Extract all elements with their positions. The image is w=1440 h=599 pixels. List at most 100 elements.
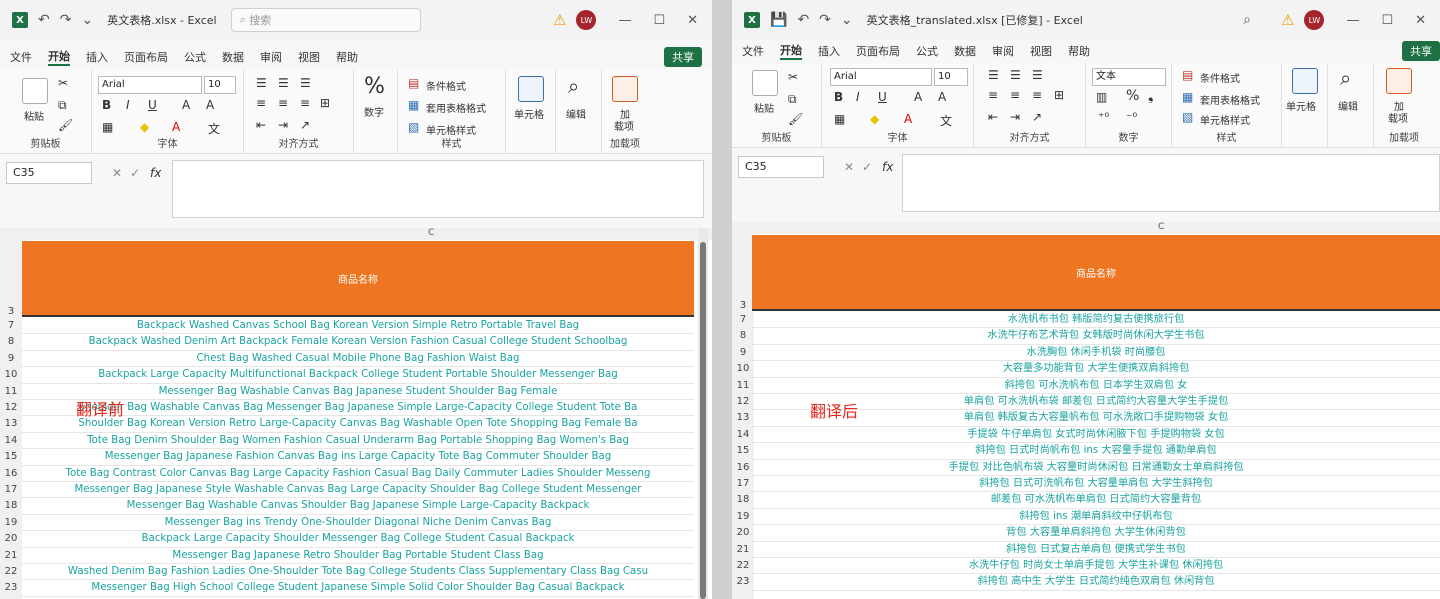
cells-icon[interactable] [1292, 68, 1318, 94]
table-row[interactable]: Tote Bag Contrast Color Canvas Bag Large… [22, 466, 694, 482]
row-number[interactable]: 20 [732, 527, 754, 538]
cells-icon[interactable] [518, 76, 544, 102]
underline-icon[interactable]: U [878, 90, 887, 104]
align-center-icon[interactable]: ≡ [1010, 88, 1020, 102]
close-icon[interactable]: ✕ [687, 13, 698, 28]
tab-page-layout[interactable]: 页面布局 [856, 43, 900, 59]
table-format-button[interactable]: 套用表格格式 [1200, 92, 1260, 107]
row-number[interactable]: 17 [732, 478, 754, 489]
undo-icon[interactable]: ↶ [797, 12, 809, 28]
table-row[interactable]: Backpack Washed Denim Art Backpack Femal… [22, 334, 694, 351]
row-number[interactable]: 3 [732, 300, 754, 311]
row-number[interactable]: 19 [0, 517, 22, 528]
formula-input[interactable] [902, 154, 1440, 212]
increase-decimal-icon[interactable]: ⁺⁰ [1098, 110, 1109, 124]
header-cell[interactable]: 商品名称 [22, 241, 694, 317]
font-color-icon[interactable]: A [172, 120, 180, 134]
tab-home[interactable]: 开始 [780, 42, 802, 60]
align-bottom-icon[interactable]: ☰ [300, 76, 311, 90]
fx-icon[interactable]: fx [882, 160, 893, 174]
table-row[interactable]: 水洗帆布书包 韩版简约复古便携旅行包 [752, 312, 1440, 329]
table-row[interactable]: Chest Bag Washed Casual Mobile Phone Bag… [22, 351, 694, 368]
row-number[interactable]: 18 [0, 500, 22, 511]
table-row[interactable]: 斜挎包 高中生 大学生 日式简约纯色双肩包 休闲背包 [752, 574, 1440, 591]
table-row[interactable]: Messenger Bag Japanese Style Washable Ca… [22, 482, 694, 499]
underline-icon[interactable]: U [148, 98, 157, 112]
tab-data[interactable]: 数据 [954, 43, 976, 59]
row-number[interactable]: 13 [732, 412, 754, 423]
row-number[interactable]: 19 [732, 511, 754, 522]
indent-icon[interactable]: ⇤ [988, 110, 998, 124]
row-number[interactable]: 7 [0, 320, 22, 331]
row-number[interactable]: 12 [0, 402, 22, 413]
row-number[interactable]: 17 [0, 484, 22, 495]
row-number[interactable]: 11 [0, 386, 22, 397]
table-row[interactable]: 斜挎包 日式时尚帆布包 ins 大容量手提包 通勤单肩包 [752, 443, 1440, 460]
tab-home[interactable]: 开始 [48, 48, 70, 66]
italic-icon[interactable]: I [126, 98, 130, 112]
avatar[interactable]: LW [576, 10, 597, 30]
align-right-icon[interactable]: ≡ [300, 96, 310, 110]
row-number[interactable]: 9 [0, 353, 22, 364]
row-number[interactable]: 8 [732, 330, 754, 341]
maximize-icon[interactable]: ☐ [1381, 13, 1393, 28]
table-row[interactable]: 背包 大容量单肩斜挎包 大学生休闲背包 [752, 525, 1440, 542]
font-color-icon[interactable]: A [904, 112, 912, 126]
table-row[interactable]: 斜挎包 可水洗帆布包 日本学生双肩包 女 [752, 378, 1440, 394]
row-number[interactable]: 9 [732, 347, 754, 358]
tab-insert[interactable]: 插入 [818, 43, 840, 59]
tab-data[interactable]: 数据 [222, 49, 244, 65]
font-name-box[interactable]: Arial [98, 76, 202, 94]
warning-icon[interactable]: ⚠ [553, 11, 566, 29]
table-row[interactable]: Tote Bag Denim Shoulder Bag Women Fashio… [22, 433, 694, 450]
cond-format-button[interactable]: 条件格式 [426, 78, 466, 93]
merge-icon[interactable]: ⊞ [1054, 88, 1064, 102]
minimize-icon[interactable]: — [1346, 13, 1359, 28]
tab-help[interactable]: 帮助 [1068, 43, 1090, 59]
tab-help[interactable]: 帮助 [336, 49, 358, 65]
percent-icon[interactable]: % [1126, 88, 1139, 104]
column-header-c[interactable]: C [1158, 222, 1164, 232]
table-row[interactable]: 斜挎包 日式可洗帆布包 大容量单肩包 大学生斜挎包 [752, 476, 1440, 493]
row-number[interactable]: 14 [0, 435, 22, 446]
font-name-box[interactable]: Arial [830, 68, 932, 86]
increase-font-icon[interactable]: A [914, 90, 922, 104]
copy-icon[interactable]: ⧉ [788, 92, 797, 107]
paste-icon[interactable] [752, 70, 778, 96]
table-row[interactable]: Backpack Large Capacity Multifunctional … [22, 367, 694, 384]
find-icon[interactable]: ⌕ [1340, 66, 1351, 90]
search-icon[interactable]: ⌕ [1243, 12, 1251, 28]
row-number[interactable]: 18 [732, 494, 754, 505]
align-center-icon[interactable]: ≡ [278, 96, 288, 110]
align-middle-icon[interactable]: ☰ [1010, 68, 1021, 82]
tab-file[interactable]: 文件 [742, 43, 764, 59]
format-painter-icon[interactable]: 🖌 [58, 118, 73, 132]
table-row[interactable]: 手提袋 牛仔单肩包 女式时尚休闲腋下包 手提购物袋 女包 [752, 427, 1440, 444]
table-row[interactable]: Messenger Bag ins Trendy One-Shoulder Di… [22, 515, 694, 532]
scroll-thumb[interactable] [700, 242, 706, 599]
cond-format-button[interactable]: 条件格式 [1200, 70, 1240, 85]
column-header-c[interactable]: C [428, 228, 434, 238]
row-number[interactable]: 21 [732, 544, 754, 555]
confirm-icon[interactable]: ✓ [862, 160, 872, 174]
minimize-icon[interactable]: — [618, 13, 631, 28]
table-format-button[interactable]: 套用表格格式 [426, 100, 486, 115]
cancel-icon[interactable]: ✕ [112, 166, 122, 180]
align-bottom-icon[interactable]: ☰ [1032, 68, 1043, 82]
align-left-icon[interactable]: ≡ [988, 88, 998, 102]
tab-view[interactable]: 视图 [1030, 43, 1052, 59]
format-painter-icon[interactable]: 🖌 [788, 112, 803, 126]
row-number[interactable]: 15 [0, 451, 22, 462]
currency-icon[interactable]: ▥ [1096, 90, 1107, 104]
find-icon[interactable]: ⌕ [568, 74, 579, 98]
table-row[interactable]: Messenger Bag Japanese Retro Shoulder Ba… [22, 548, 694, 564]
decrease-font-icon[interactable]: A [206, 98, 214, 112]
table-row[interactable]: Washed Denim Bag Fashion Ladies One-Shou… [22, 564, 694, 581]
name-box[interactable]: C35 [6, 162, 92, 184]
formula-input[interactable] [172, 160, 704, 218]
warning-icon[interactable]: ⚠ [1281, 11, 1294, 29]
row-number[interactable]: 13 [0, 418, 22, 429]
italic-icon[interactable]: I [856, 90, 860, 104]
align-top-icon[interactable]: ☰ [256, 76, 267, 90]
row-number[interactable]: 7 [732, 314, 754, 325]
